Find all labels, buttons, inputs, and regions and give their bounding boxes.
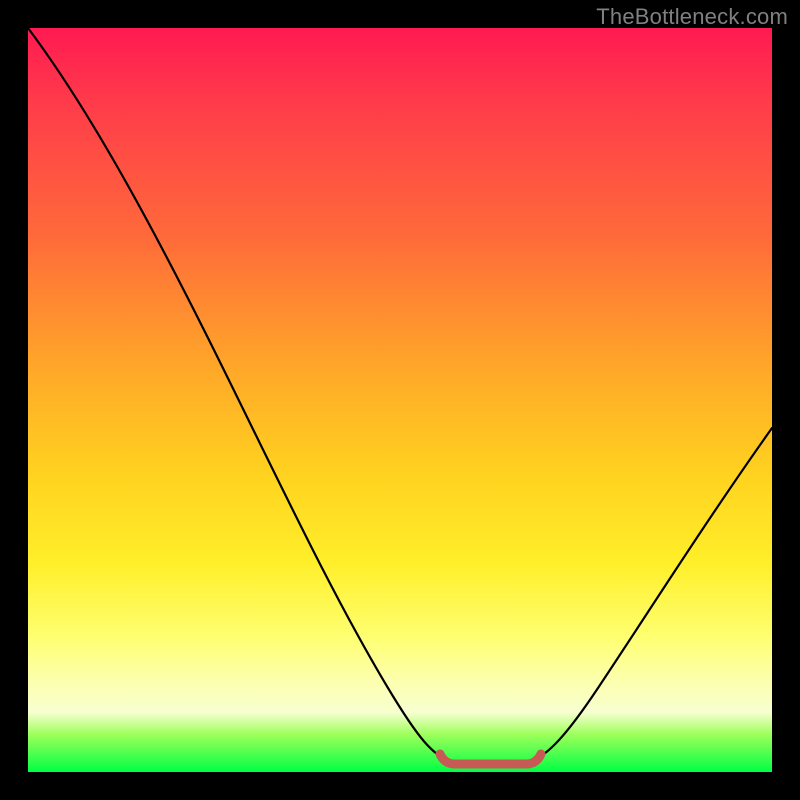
curve-path: [28, 28, 772, 763]
gradient-plot-area: [28, 28, 772, 772]
watermark-text: TheBottleneck.com: [596, 4, 788, 30]
outer-frame: TheBottleneck.com: [0, 0, 800, 800]
bottleneck-curve: [28, 28, 772, 772]
valley-highlight: [440, 754, 541, 764]
